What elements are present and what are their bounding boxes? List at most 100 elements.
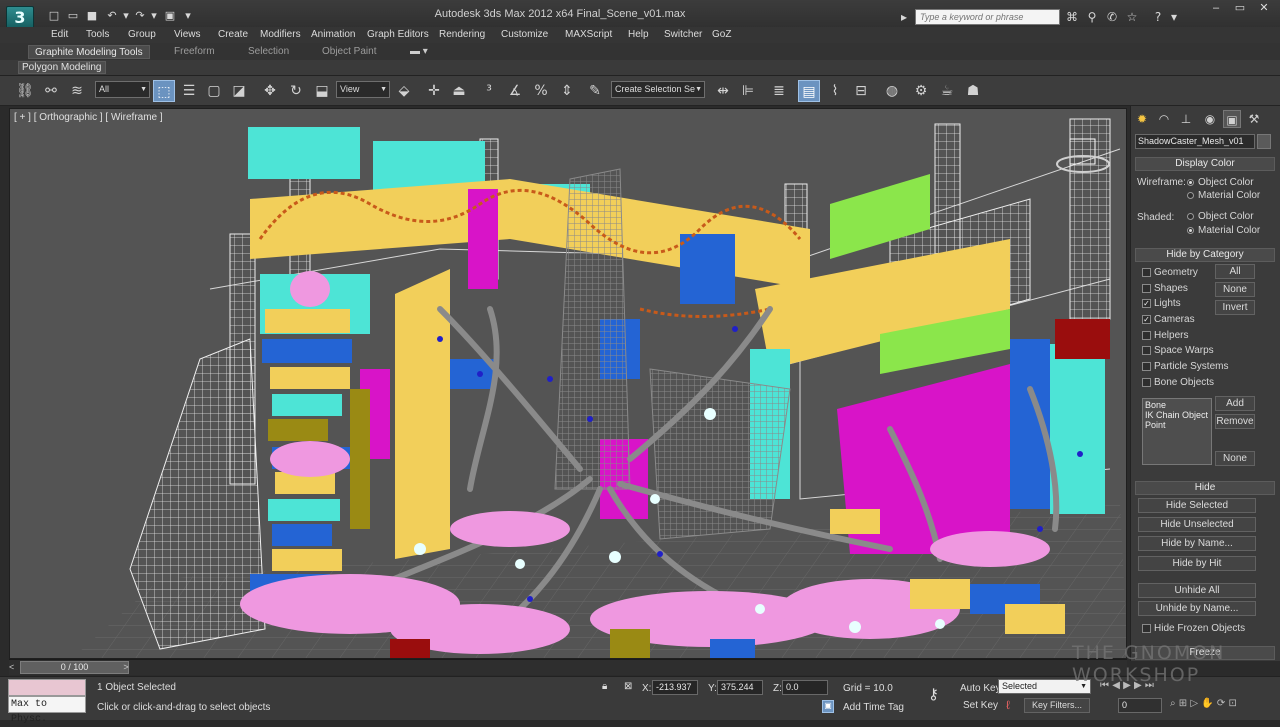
object-name-field[interactable]: ShadowCaster_Mesh_v01 bbox=[1135, 134, 1255, 149]
polygon-modeling-tab[interactable]: Polygon Modeling bbox=[18, 61, 106, 74]
search-arrow-icon[interactable]: ▸ bbox=[896, 9, 912, 25]
list-item[interactable]: IK Chain Object bbox=[1145, 410, 1209, 420]
favorites-star-icon[interactable]: ☆ bbox=[1124, 9, 1140, 25]
viewport-label[interactable]: [ + ] [ Orthographic ] [ Wireframe ] bbox=[14, 112, 163, 123]
align-icon[interactable]: ⊫ bbox=[737, 80, 759, 102]
menu-group[interactable]: Group bbox=[128, 29, 156, 40]
hide-by-hit-button[interactable]: Hide by Hit bbox=[1138, 556, 1256, 571]
lights-checkbox[interactable]: ✓ bbox=[1142, 299, 1151, 308]
window-crossing-icon[interactable]: ◪ bbox=[228, 80, 250, 102]
time-slider-thumb[interactable]: 0 / 100 bbox=[20, 661, 129, 674]
hide-by-category-rollout[interactable]: Hide by Category bbox=[1135, 248, 1275, 262]
absolute-mode-icon[interactable]: ⊠ bbox=[624, 681, 632, 692]
binoculars-icon[interactable]: ⌘ bbox=[1064, 9, 1080, 25]
cameras-checkbox[interactable]: ✓ bbox=[1142, 315, 1151, 324]
shaded-material-color-radio[interactable] bbox=[1187, 227, 1194, 234]
menu-graph-editors[interactable]: Graph Editors bbox=[367, 29, 429, 40]
minimize-button[interactable]: ‒ bbox=[1204, 2, 1228, 16]
hide-frozen-checkbox[interactable] bbox=[1142, 624, 1151, 633]
key-filters-button[interactable]: Key Filters... bbox=[1024, 698, 1090, 713]
category-invert-button[interactable]: Invert bbox=[1215, 300, 1255, 315]
lock-selection-icon[interactable]: 🔒︎ bbox=[602, 681, 607, 692]
pivot-center-icon[interactable]: ⬙ bbox=[393, 80, 415, 102]
curve-editor-icon[interactable]: ⌇ bbox=[824, 80, 846, 102]
named-selection-sets-dropdown[interactable]: Create Selection Se ▼ bbox=[611, 81, 705, 98]
help-dropdown-icon[interactable]: ▾ bbox=[1166, 9, 1182, 25]
tab-selection[interactable]: Selection bbox=[242, 45, 295, 59]
maximize-viewport-icon[interactable]: ⊡ bbox=[1228, 698, 1236, 709]
hide-by-name-button[interactable]: Hide by Name... bbox=[1138, 536, 1256, 551]
bone-objects-checkbox[interactable] bbox=[1142, 378, 1151, 387]
subscription-icon[interactable]: ⚲ bbox=[1084, 9, 1100, 25]
percent-snap-icon[interactable]: % bbox=[530, 80, 552, 102]
pan-icon[interactable]: ✋ bbox=[1201, 698, 1213, 709]
list-item[interactable]: Point bbox=[1145, 420, 1209, 430]
category-list[interactable]: Bone IK Chain Object Point bbox=[1142, 398, 1212, 465]
tab-graphite-modeling-tools[interactable]: Graphite Modeling Tools bbox=[28, 45, 150, 59]
remove-category-button[interactable]: Remove bbox=[1215, 414, 1255, 429]
select-object-icon[interactable]: ⬚ bbox=[153, 80, 175, 102]
field-of-view-icon[interactable]: ▷ bbox=[1190, 698, 1198, 709]
snaps-toggle-icon[interactable]: ³ bbox=[478, 80, 500, 102]
help-icon[interactable]: ? bbox=[1150, 9, 1166, 25]
menu-customize[interactable]: Customize bbox=[501, 29, 548, 40]
move-icon[interactable]: ✥ bbox=[259, 80, 281, 102]
time-prev-icon[interactable]: < bbox=[9, 661, 19, 674]
z-coordinate-field[interactable]: 0.0 bbox=[782, 680, 828, 695]
unhide-all-button[interactable]: Unhide All bbox=[1138, 583, 1256, 598]
object-color-swatch[interactable] bbox=[1257, 134, 1271, 149]
menu-create[interactable]: Create bbox=[218, 29, 248, 40]
menu-help[interactable]: Help bbox=[628, 29, 649, 40]
render-production-icon[interactable]: ☗ bbox=[962, 80, 984, 102]
hide-unselected-button[interactable]: Hide Unselected bbox=[1138, 517, 1256, 532]
quick-access-dropdown-icon[interactable]: ▾ bbox=[180, 9, 196, 23]
select-manipulate-icon[interactable]: ✛ bbox=[423, 80, 445, 102]
open-file-icon[interactable]: ▭ bbox=[65, 9, 81, 23]
search-input[interactable] bbox=[915, 9, 1060, 25]
ribbon-options-icon[interactable]: ▬ ▾ bbox=[404, 45, 434, 59]
material-editor-icon[interactable]: ◍ bbox=[881, 80, 903, 102]
bind-space-warp-icon[interactable]: ≋ bbox=[66, 80, 88, 102]
category-none2-button[interactable]: None bbox=[1215, 451, 1255, 466]
menu-rendering[interactable]: Rendering bbox=[439, 29, 485, 40]
render-setup-icon[interactable]: ⚙ bbox=[910, 80, 932, 102]
select-by-name-icon[interactable]: ☰ bbox=[178, 80, 200, 102]
helpers-checkbox[interactable] bbox=[1142, 331, 1151, 340]
communication-icon[interactable]: ✆ bbox=[1104, 9, 1120, 25]
maximize-button[interactable]: ▭ bbox=[1228, 2, 1252, 16]
key-icon[interactable]: ⚷ bbox=[928, 685, 939, 703]
list-item[interactable]: Bone bbox=[1145, 400, 1209, 410]
menu-animation[interactable]: Animation bbox=[311, 29, 355, 40]
current-frame-field[interactable]: 0 bbox=[1118, 698, 1162, 713]
rectangular-selection-icon[interactable]: ▢ bbox=[203, 80, 225, 102]
maxscript-listener-output[interactable]: Max to Physc. bbox=[8, 696, 86, 725]
perspective-viewport[interactable]: [ + ] [ Orthographic ] [ Wireframe ] z x… bbox=[9, 108, 1127, 659]
zoom-icon[interactable]: ⌕ bbox=[1170, 698, 1176, 709]
geometry-checkbox[interactable] bbox=[1142, 268, 1151, 277]
angle-snap-icon[interactable]: ∡ bbox=[504, 80, 526, 102]
tab-freeform[interactable]: Freeform bbox=[168, 45, 221, 59]
shaded-object-color-radio[interactable] bbox=[1187, 213, 1194, 220]
scale-icon[interactable]: ⬓ bbox=[311, 80, 333, 102]
layer-manager-icon[interactable]: ≣ bbox=[768, 80, 790, 102]
graphite-toggle-icon[interactable]: ▤ bbox=[798, 80, 820, 102]
rotate-icon[interactable]: ↻ bbox=[285, 80, 307, 102]
hierarchy-tab-icon[interactable]: ⊥ bbox=[1177, 110, 1195, 128]
motion-tab-icon[interactable]: ◉ bbox=[1201, 110, 1219, 128]
add-time-tag-button[interactable]: Add Time Tag bbox=[843, 702, 904, 713]
tab-object-paint[interactable]: Object Paint bbox=[316, 45, 382, 59]
menu-edit[interactable]: Edit bbox=[51, 29, 68, 40]
utilities-tab-icon[interactable]: ⚒ bbox=[1245, 110, 1263, 128]
redo-dropdown-icon[interactable]: ▾ bbox=[146, 9, 162, 23]
menu-goz[interactable]: GoZ bbox=[712, 29, 731, 40]
spinner-snap-icon[interactable]: ⇕ bbox=[556, 80, 578, 102]
hide-selected-button[interactable]: Hide Selected bbox=[1138, 498, 1256, 513]
close-button[interactable]: ✕ bbox=[1252, 2, 1276, 16]
display-color-rollout[interactable]: Display Color bbox=[1135, 157, 1275, 171]
schematic-view-icon[interactable]: ⊟ bbox=[850, 80, 872, 102]
modify-tab-icon[interactable]: ◠ bbox=[1155, 110, 1173, 128]
selection-filter-dropdown[interactable]: All ▼ bbox=[95, 81, 150, 98]
set-key-filter-icon[interactable]: ℓ bbox=[1006, 698, 1010, 712]
rendered-frame-window-icon[interactable]: ☕ bbox=[936, 80, 958, 102]
wireframe-object-color-radio[interactable] bbox=[1187, 179, 1194, 186]
